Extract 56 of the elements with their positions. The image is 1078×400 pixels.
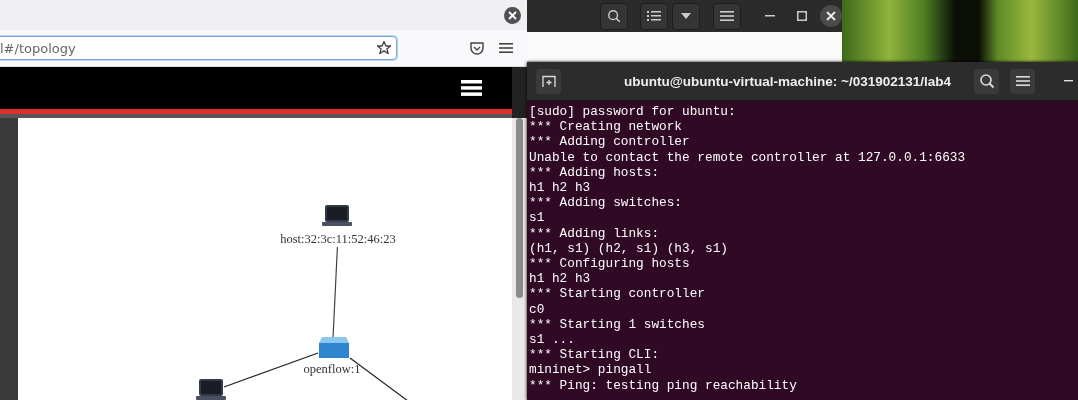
terminal-line: h1 h2 h3	[529, 180, 591, 196]
terminal-line: *** Adding switches:	[529, 195, 683, 211]
list-view-button[interactable]	[640, 2, 669, 30]
terminal-line: [sudo] password for ubuntu:	[529, 104, 736, 120]
url-text: l#/topology	[0, 40, 76, 56]
terminal-line: *** Adding hosts:	[529, 164, 660, 180]
window-title: ubuntu@ubuntu-virtual-machine: ~/031902131/lab4	[622, 73, 953, 89]
menu-icon	[461, 80, 482, 96]
caret-icon	[681, 13, 692, 19]
pocket-icon	[469, 40, 485, 56]
search-button[interactable]	[974, 68, 999, 94]
terminal-line: *** Starting CLI:	[529, 347, 660, 363]
dropdown-button[interactable]	[672, 2, 701, 30]
menu-button[interactable]	[499, 42, 513, 54]
close-button[interactable]	[504, 6, 521, 24]
search-icon	[978, 73, 995, 89]
address-bar[interactable]: l#/topology	[0, 36, 397, 60]
terminal-line: *** Ping: testing ping reachability	[529, 377, 797, 393]
terminal-line: h1 h2 h3	[529, 271, 591, 287]
terminal-line: (h1, s1) (h2, s1) (h3, s1)	[529, 240, 728, 257]
terminal-line: *** Starting controller	[529, 286, 705, 302]
minimize-icon	[765, 15, 775, 17]
menu-button[interactable]	[712, 2, 741, 30]
menu-icon	[1015, 75, 1030, 87]
terminal-line: *** Adding controller	[529, 134, 690, 150]
menu-button[interactable]	[1010, 68, 1035, 94]
star-icon[interactable]	[376, 40, 392, 56]
node-label: host:32:3c:11:52:46:23	[280, 232, 396, 246]
close-icon	[826, 11, 836, 21]
terminal-line: s1 ...	[529, 332, 575, 348]
switch-icon[interactable]	[319, 337, 349, 358]
close-button[interactable]	[820, 5, 842, 27]
terminal-line: Unable to contact the remote controller at 127.0.0.1:6633	[529, 149, 966, 165]
new-tab-icon	[541, 74, 556, 88]
pocket-button[interactable]	[469, 40, 485, 56]
terminal-line: *** Adding links:	[529, 225, 660, 241]
terminal-line: *** Creating network	[529, 119, 683, 135]
scrollbar[interactable]	[512, 118, 527, 400]
menu-icon	[499, 42, 513, 54]
list-icon	[647, 10, 662, 22]
search-icon	[607, 8, 621, 24]
maximize-icon	[797, 11, 807, 21]
laptop-icon[interactable]	[322, 205, 352, 226]
new-tab-button[interactable]	[536, 68, 561, 94]
menu-icon	[719, 10, 734, 22]
laptop-icon[interactable]	[196, 379, 226, 400]
terminal-line: c0	[529, 301, 545, 317]
search-button[interactable]	[600, 2, 628, 30]
terminal-line: mininet> pingall	[529, 362, 652, 378]
menu-button[interactable]	[461, 80, 482, 96]
minimize-icon	[1063, 80, 1073, 82]
close-icon	[508, 10, 517, 20]
terminal-line: *** Starting 1 switches	[529, 316, 705, 333]
terminal-line: s1	[529, 210, 545, 226]
terminal-line: *** Configuring hosts	[529, 256, 690, 272]
node-label: openflow:1	[303, 362, 361, 376]
